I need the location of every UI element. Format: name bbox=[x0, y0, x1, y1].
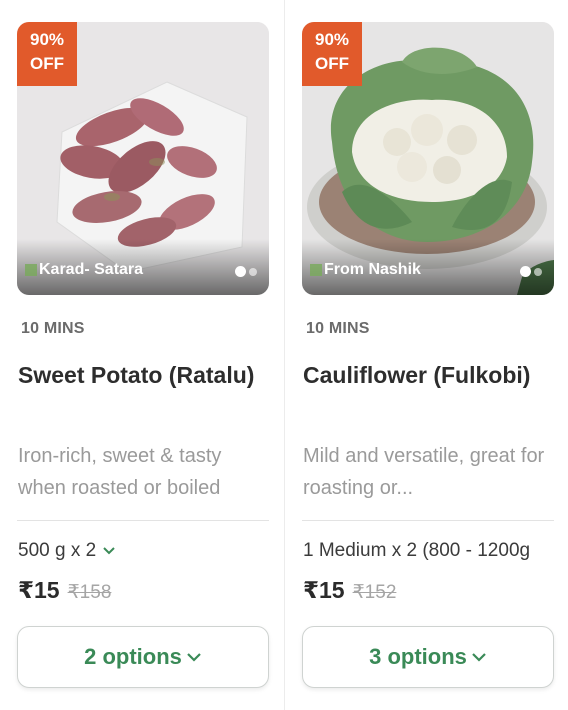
options-label: 2 options bbox=[84, 644, 182, 669]
mrp-price: ₹152 bbox=[352, 582, 397, 603]
selling-price: ₹15 bbox=[303, 577, 345, 603]
mrp-price: ₹158 bbox=[67, 582, 112, 603]
delivery-eta: 10 MINS bbox=[21, 320, 85, 337]
column-divider bbox=[284, 0, 285, 710]
price-block: ₹15 ₹152 bbox=[303, 577, 396, 604]
carousel-dot-active[interactable] bbox=[520, 266, 531, 277]
origin-flag-icon bbox=[25, 264, 37, 276]
product-description: Iron-rich, sweet & tasty when roasted or… bbox=[18, 445, 222, 499]
product-image[interactable]: 90% OFF Karad- Satara bbox=[17, 22, 269, 295]
carousel-dot[interactable] bbox=[249, 267, 257, 276]
price-block: ₹15 ₹158 bbox=[18, 577, 111, 604]
product-card-sweet-potato[interactable]: 90% OFF Karad- Satara 10 MINS Sweet Pota… bbox=[17, 0, 283, 710]
carousel-dot-active[interactable] bbox=[235, 266, 246, 277]
selling-price: ₹15 bbox=[18, 577, 60, 603]
options-button[interactable]: 2 options bbox=[17, 626, 269, 688]
chevron-down-icon bbox=[187, 653, 201, 662]
product-image[interactable]: 90% OFF From Nashik bbox=[302, 22, 554, 295]
carousel-dots[interactable] bbox=[235, 266, 257, 277]
product-description: Mild and versatile, great for roasting o… bbox=[303, 445, 545, 499]
delivery-eta: 10 MINS bbox=[306, 320, 370, 337]
product-card-cauliflower[interactable]: 90% OFF From Nashik 10 MINS Cauliflower … bbox=[302, 0, 568, 710]
quantity-selector[interactable]: 500 g x 2 bbox=[18, 540, 116, 562]
origin-flag-icon bbox=[310, 264, 322, 276]
quantity-label: 500 g x 2 bbox=[18, 540, 97, 561]
chevron-down-icon bbox=[103, 547, 115, 555]
carousel-dots[interactable] bbox=[520, 266, 542, 277]
product-title[interactable]: Sweet Potato (Ratalu) bbox=[18, 358, 268, 393]
options-button[interactable]: 3 options bbox=[302, 626, 554, 688]
carousel-dot[interactable] bbox=[534, 267, 542, 276]
divider bbox=[302, 520, 554, 521]
product-title[interactable]: Cauliflower (Fulkobi) bbox=[303, 358, 568, 393]
quantity-label: 1 Medium x 2 (800 - 1200g bbox=[303, 540, 531, 561]
options-label: 3 options bbox=[369, 644, 467, 669]
discount-badge: 90% OFF bbox=[302, 22, 362, 86]
origin-label: From Nashik bbox=[310, 261, 421, 279]
discount-badge: 90% OFF bbox=[17, 22, 77, 86]
origin-label: Karad- Satara bbox=[25, 261, 143, 279]
chevron-down-icon bbox=[472, 653, 486, 662]
divider bbox=[17, 520, 269, 521]
